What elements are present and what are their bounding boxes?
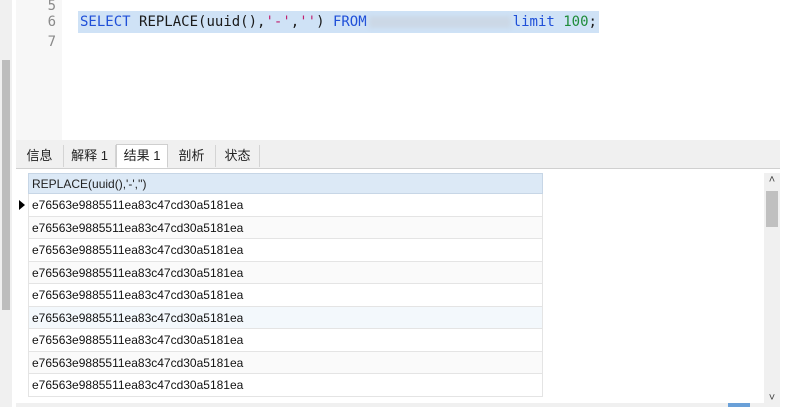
- status-indicator: [728, 403, 750, 407]
- comma: ,: [290, 14, 300, 30]
- sql-query-line[interactable]: SELECT REPLACE(uuid(),'-','') FROM limit …: [78, 11, 599, 33]
- left-scrollbar-thumb[interactable]: [2, 60, 10, 310]
- line-number-gutter: 5 6 7: [16, 0, 62, 140]
- bottom-status-strip: [16, 403, 780, 407]
- function-replace: REPLACE: [139, 14, 199, 30]
- string-literal: '': [299, 14, 317, 30]
- redacted-table-name: [368, 16, 511, 28]
- chevron-up-icon[interactable]: ˄: [764, 173, 780, 187]
- cell-value[interactable]: e76563e9885511ea83c47cd30a5181ea: [32, 288, 243, 302]
- table-row[interactable]: e76563e9885511ea83c47cd30a5181ea: [28, 216, 543, 239]
- tab-info[interactable]: 信息: [16, 145, 64, 167]
- result-grid-area: REPLACE(uuid(),'-','') e76563e9885511ea8…: [16, 169, 780, 407]
- string-literal: '-': [265, 14, 291, 30]
- line-number: 6: [47, 14, 56, 30]
- results-vertical-scrollbar[interactable]: ˄ ˅: [764, 173, 780, 405]
- tab-status[interactable]: 状态: [216, 145, 260, 167]
- cell-value[interactable]: e76563e9885511ea83c47cd30a5181ea: [32, 266, 243, 280]
- cell-value[interactable]: e76563e9885511ea83c47cd30a5181ea: [32, 356, 243, 370]
- cell-value[interactable]: e76563e9885511ea83c47cd30a5181ea: [32, 243, 243, 257]
- table-row[interactable]: e76563e9885511ea83c47cd30a5181ea: [28, 351, 543, 374]
- result-grid: REPLACE(uuid(),'-','') e76563e9885511ea8…: [19, 173, 543, 397]
- sql-editor[interactable]: 5 6 7 SELECT REPLACE(uuid(),'-','') FROM…: [16, 0, 780, 140]
- line-number: 7: [47, 34, 56, 50]
- cell-value[interactable]: e76563e9885511ea83c47cd30a5181ea: [32, 378, 243, 392]
- semicolon: ;: [588, 14, 597, 30]
- cell-value[interactable]: e76563e9885511ea83c47cd30a5181ea: [32, 221, 243, 235]
- tab-result[interactable]: 结果 1: [116, 144, 168, 168]
- function-args: (uuid(),: [198, 14, 266, 30]
- result-tabs-bar: 信息 解释 1 结果 1 剖析 状态: [16, 144, 780, 169]
- cell-value[interactable]: e76563e9885511ea83c47cd30a5181ea: [32, 333, 243, 347]
- left-panel-strip: [0, 0, 12, 407]
- keyword-from: FROM: [332, 14, 367, 30]
- cell-value[interactable]: e76563e9885511ea83c47cd30a5181ea: [32, 198, 243, 212]
- table-row[interactable]: e76563e9885511ea83c47cd30a5181ea: [28, 239, 543, 262]
- table-row[interactable]: e76563e9885511ea83c47cd30a5181ea: [28, 284, 543, 307]
- table-row[interactable]: e76563e9885511ea83c47cd30a5181ea: [28, 306, 543, 329]
- table-row[interactable]: e76563e9885511ea83c47cd30a5181ea: [19, 194, 543, 217]
- table-row[interactable]: e76563e9885511ea83c47cd30a5181ea: [28, 374, 543, 397]
- right-edge: [782, 0, 800, 407]
- scrollbar-thumb[interactable]: [766, 191, 778, 227]
- keyword-limit: limit: [512, 14, 555, 30]
- current-row-arrow-icon: [19, 200, 25, 210]
- tab-explain[interactable]: 解释 1: [64, 145, 116, 167]
- tab-profile[interactable]: 剖析: [168, 145, 216, 167]
- table-row[interactable]: e76563e9885511ea83c47cd30a5181ea: [28, 261, 543, 284]
- keyword-select: SELECT: [80, 14, 131, 30]
- limit-number: 100: [563, 14, 589, 30]
- paren-close: ): [316, 14, 325, 30]
- table-row[interactable]: e76563e9885511ea83c47cd30a5181ea: [28, 329, 543, 352]
- cell-value[interactable]: e76563e9885511ea83c47cd30a5181ea: [32, 311, 243, 325]
- column-header[interactable]: REPLACE(uuid(),'-',''): [28, 173, 543, 194]
